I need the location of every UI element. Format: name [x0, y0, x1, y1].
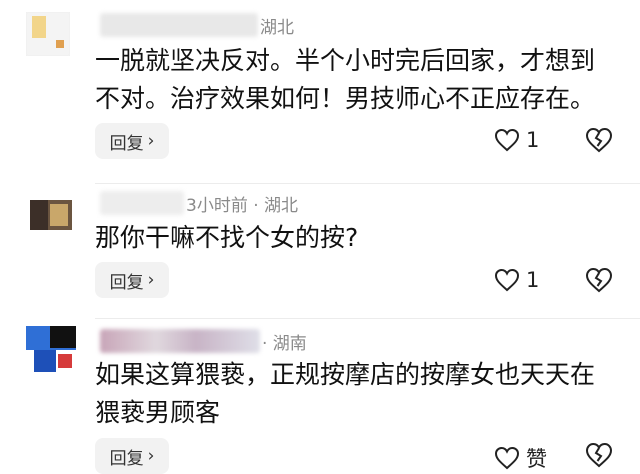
meta-text: 湖北	[260, 17, 294, 38]
avatar[interactable]	[26, 12, 70, 56]
reply-button[interactable]: 回复 ›	[95, 262, 169, 298]
heart-outline-icon	[494, 446, 520, 470]
comment-text: 一脱就坚决反对。半个小时完后回家，才想到不对。治疗效果如何！男技师心不正应存在。	[95, 46, 596, 113]
dislike-button[interactable]	[585, 267, 613, 293]
broken-heart-icon	[585, 127, 613, 153]
meta-text: 3小时前 · 湖北	[186, 195, 299, 216]
dislike-button[interactable]	[585, 442, 613, 468]
comment-meta: 湖北	[100, 12, 294, 38]
reply-button[interactable]: 回复 ›	[95, 438, 169, 474]
chevron-right-icon: ›	[147, 446, 155, 466]
broken-heart-icon	[585, 267, 613, 293]
divider	[95, 183, 640, 184]
like-count: 1	[526, 268, 540, 292]
meta-text: · 湖南	[262, 333, 307, 354]
like-count: 1	[526, 128, 540, 152]
avatar[interactable]	[26, 326, 76, 372]
chevron-right-icon: ›	[147, 270, 155, 290]
reply-label: 回复	[109, 272, 144, 293]
comment-text: 那你干嘛不找个女的按?	[95, 223, 359, 252]
dislike-button[interactable]	[585, 127, 613, 153]
username-obscured[interactable]	[100, 191, 184, 215]
username-obscured[interactable]	[100, 329, 260, 353]
reply-label: 回复	[109, 133, 144, 154]
username-obscured[interactable]	[100, 13, 258, 37]
like-button[interactable]: 赞	[494, 443, 547, 473]
comment-text: 如果这算猥亵，正规按摩店的按摩女也天天在猥亵男顾客	[95, 360, 596, 427]
reply-button[interactable]: 回复 ›	[95, 123, 169, 159]
avatar[interactable]	[30, 200, 72, 230]
heart-outline-icon	[494, 268, 520, 292]
comment-meta: 3小时前 · 湖北	[100, 190, 298, 216]
divider	[95, 318, 640, 319]
reply-label: 回复	[109, 448, 144, 469]
like-button[interactable]: 1	[494, 268, 539, 292]
chevron-right-icon: ›	[147, 131, 155, 151]
comment-meta: · 湖南	[100, 328, 307, 354]
like-count: 赞	[526, 447, 547, 471]
like-button[interactable]: 1	[494, 128, 539, 152]
heart-outline-icon	[494, 128, 520, 152]
broken-heart-icon	[585, 442, 613, 468]
